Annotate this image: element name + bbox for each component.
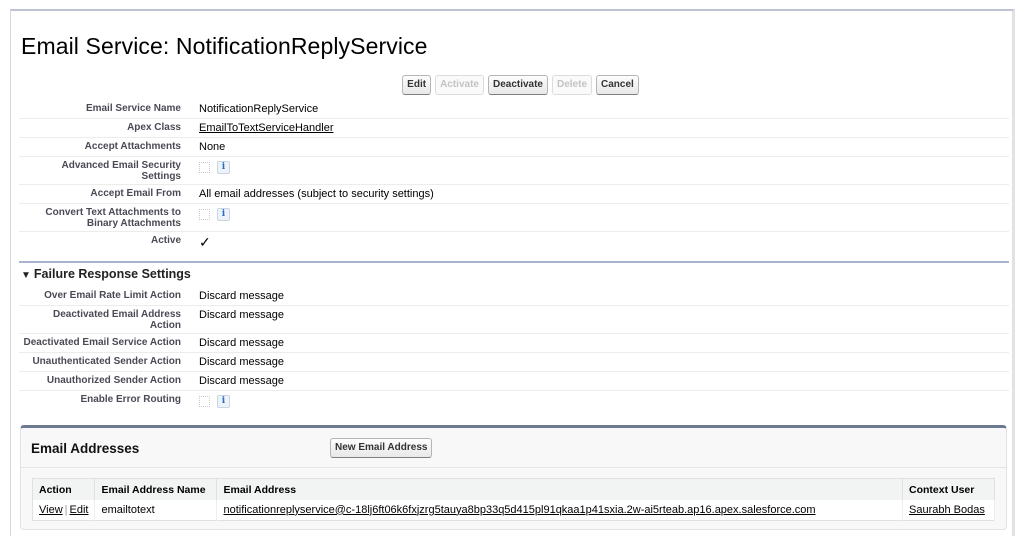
context-user-link[interactable]: Saurabh Bodas <box>909 504 985 516</box>
detail-row-active: Active ✓ <box>19 232 1009 251</box>
collapse-triangle-icon[interactable]: ▼ <box>21 270 31 281</box>
edit-button[interactable]: Edit <box>402 75 432 95</box>
field-label-line: Binary Attachments <box>86 218 181 229</box>
column-header-email-address: Email Address <box>216 478 903 500</box>
unchecked-checkbox-icon <box>199 396 210 407</box>
detail-row-convert-text-attachments: Convert Text Attachments to Binary Attac… <box>19 204 1009 232</box>
field-label-line: Convert Text Attachments to <box>45 207 181 218</box>
field-value: Discard message <box>199 375 284 387</box>
field-label: Unauthenticated Sender Action <box>32 356 181 367</box>
field-label: Advanced Email Security Settings <box>61 160 182 182</box>
unchecked-checkbox-icon <box>199 162 210 173</box>
field-label: Enable Error Routing <box>80 394 181 405</box>
column-header-context-user: Context User <box>902 478 995 500</box>
email-address-link[interactable]: notificationreplyservice@c-18lj6ft06k6fx… <box>223 504 815 516</box>
action-cell: View | Edit <box>32 500 96 520</box>
field-value: Discard message <box>199 290 284 302</box>
detail-row-deactivated-service: Deactivated Email Service Action Discard… <box>19 334 1009 353</box>
email-address-name-cell: emailtotext <box>94 500 218 520</box>
field-value: NotificationReplyService <box>199 103 319 115</box>
failure-response-section: Over Email Rate Limit Action Discard mes… <box>19 287 1009 416</box>
field-value: Discard message <box>199 309 284 321</box>
detail-row-accept-email-from: Accept Email From All email addresses (s… <box>19 185 1009 204</box>
field-label: Deactivated Email Service Action <box>23 337 181 348</box>
field-label: Active <box>150 235 181 246</box>
email-address-cell: notificationreplyservice@c-18lj6ft06k6fx… <box>216 500 903 520</box>
deactivate-button[interactable]: Deactivate <box>487 75 548 95</box>
column-header-email-address-name: Email Address Name <box>94 478 218 500</box>
new-email-address-button[interactable]: New Email Address <box>330 438 433 458</box>
field-label: Apex Class <box>127 122 181 133</box>
detail-row-unauthorized-sender: Unauthorized Sender Action Discard messa… <box>19 372 1009 391</box>
field-label: Unauthorized Sender Action <box>46 375 181 386</box>
table-header-row: Action Email Address Name Email Address … <box>32 478 995 500</box>
info-icon[interactable]: i <box>217 208 230 221</box>
edit-link[interactable]: Edit <box>70 504 89 516</box>
field-value: All email addresses (subject to security… <box>199 188 434 200</box>
field-value: Discard message <box>199 356 284 368</box>
detail-section: Email Service Name NotificationReplyServ… <box>19 100 1009 251</box>
activate-button[interactable]: Activate <box>435 75 484 95</box>
detail-row-deactivated-address: Deactivated Email Address Action Discard… <box>19 306 1009 334</box>
section-title: Failure Response Settings <box>33 267 191 281</box>
field-value: Discard message <box>199 337 284 349</box>
field-label: Accept Email From <box>90 188 181 199</box>
field-label: Email Service Name <box>85 103 181 114</box>
divider <box>21 467 1006 468</box>
view-link[interactable]: View <box>39 504 63 516</box>
column-header-action: Action <box>32 478 96 500</box>
detail-row-error-routing: Enable Error Routing i <box>19 391 1009 416</box>
detail-row-unauthenticated-sender: Unauthenticated Sender Action Discard me… <box>19 353 1009 372</box>
detail-row-email-service-name: Email Service Name NotificationReplyServ… <box>19 100 1009 119</box>
detail-row-apex-class: Apex Class EmailToTextServiceHandler <box>19 119 1009 138</box>
detail-row-over-rate-limit: Over Email Rate Limit Action Discard mes… <box>19 287 1009 306</box>
field-label: Convert Text Attachments to Binary Attac… <box>19 204 191 231</box>
field-label: Deactivated Email Address Action <box>52 309 181 331</box>
cancel-button[interactable]: Cancel <box>596 75 639 95</box>
page-title: Email Service: NotificationReplyService <box>21 33 428 59</box>
field-label: Accept Attachments <box>84 141 181 152</box>
email-addresses-table: Action Email Address Name Email Address … <box>32 478 995 521</box>
checked-checkbox-icon: ✓ <box>199 234 211 250</box>
failure-response-section-header[interactable]: ▼ Failure Response Settings <box>19 261 1009 281</box>
info-icon[interactable]: i <box>217 395 230 408</box>
context-user-cell: Saurabh Bodas <box>902 500 995 520</box>
field-label: Over Email Rate Limit Action <box>44 290 181 301</box>
apex-class-link[interactable]: EmailToTextServiceHandler <box>199 122 334 135</box>
related-list-title: Email Addresses <box>31 441 140 456</box>
field-value: None <box>199 141 226 153</box>
action-separator: | <box>64 503 68 516</box>
detail-row-advanced-security: Advanced Email Security Settings i <box>19 157 1009 185</box>
detail-row-accept-attachments: Accept Attachments None <box>19 138 1009 157</box>
delete-button[interactable]: Delete <box>552 75 593 95</box>
table-row: View | Edit emailtotext notificationreplys… <box>32 500 995 520</box>
unchecked-checkbox-icon <box>199 209 210 220</box>
info-icon[interactable]: i <box>217 161 230 174</box>
email-addresses-related-list: Email Addresses New Email Address Action… <box>20 425 1007 530</box>
detail-toolbar: Edit Activate Deactivate Delete Cancel <box>11 75 1012 95</box>
